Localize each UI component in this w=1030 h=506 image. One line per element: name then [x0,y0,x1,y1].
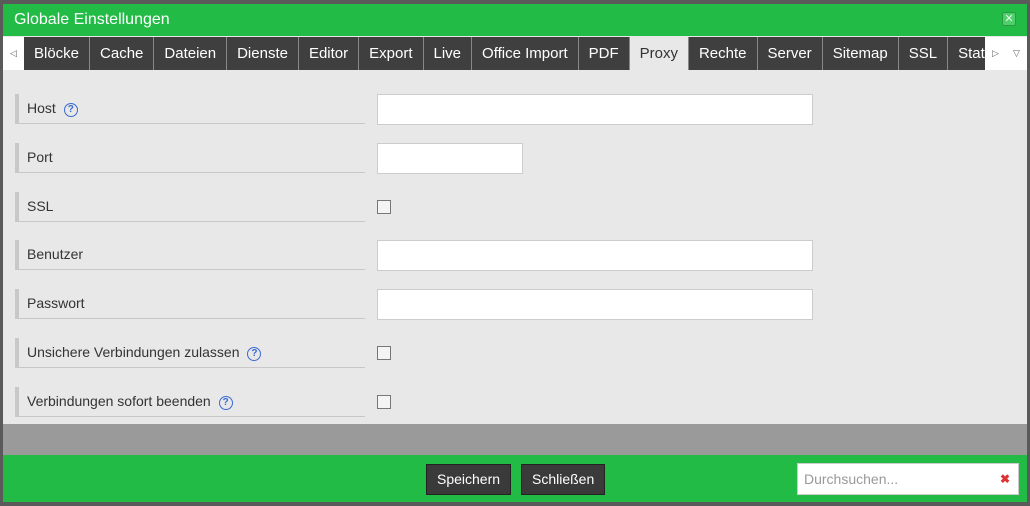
tab-live[interactable]: Live [423,37,473,70]
form-row: Host? [15,94,1015,125]
field-input[interactable] [377,289,813,321]
field-label: Passwort [15,289,365,320]
dialog-title: Globale Einstellungen ✕ [3,4,1027,36]
dialog-footer: Speichern Schließen Durchsuchen... ✖ [3,455,1027,502]
field-input[interactable] [377,142,523,174]
form-row: Port [15,142,1015,174]
tab-dateien[interactable]: Dateien [154,37,228,70]
form-row: SSL [15,191,1015,222]
scroll-left-icon[interactable]: ◁ [3,37,24,70]
field-label: Port [15,142,365,173]
field-label-text: Passwort [27,295,85,312]
field-label: Benutzer [15,240,365,271]
field-checkbox[interactable] [377,346,391,360]
form-row: Passwort [15,289,1015,321]
field-input[interactable] [377,94,813,125]
field-input[interactable] [377,240,813,272]
tab-statist[interactable]: Statist [948,37,985,70]
tab-blöcke[interactable]: Blöcke [24,37,91,70]
close-button[interactable]: Schließen [521,464,606,495]
field-label-text: Host [27,100,56,116]
tab-dienste[interactable]: Dienste [227,37,299,70]
field-label-text: Unsichere Verbindungen zulassen [27,344,240,360]
tab-cache[interactable]: Cache [90,37,155,70]
form-row: Unsichere Verbindungen zulassen? [15,338,1015,368]
tab-export[interactable]: Export [359,37,424,70]
help-icon[interactable]: ? [63,103,78,117]
field-label: Verbindungen sofort beenden? [15,386,365,417]
tab-ssl[interactable]: SSL [898,37,949,70]
field-label-text: Benutzer [27,246,84,263]
settings-dialog: Globale Einstellungen ✕ ◁ Blöcke Cache Dat… [3,4,1027,502]
field-label-text: Verbindungen sofort beenden [27,392,211,409]
tab-office-import[interactable]: Office Import [472,37,579,70]
field-label-text: Port [27,148,53,165]
tab-bar: ◁ Blöcke Cache Dateien Dienste Editor Export L… [3,37,1027,70]
clear-search-icon[interactable]: ✖ [1000,464,1010,494]
help-icon[interactable]: ? [247,347,262,361]
scroll-right-icon[interactable]: ▷ [985,37,1006,70]
tab-server[interactable]: Server [757,37,823,70]
field-checkbox[interactable] [377,394,391,409]
form-row: Verbindungen sofort beenden? [15,386,1015,417]
field-label: Unsichere Verbindungen zulassen? [15,338,365,368]
field-label: SSL [15,191,365,222]
field-label-text: SSL [27,197,54,214]
save-button[interactable]: Speichern [426,464,512,495]
tab-editor[interactable]: Editor [298,37,360,70]
tab-rechte[interactable]: Rechte [688,37,758,70]
tab-pdf[interactable]: PDF [578,37,630,70]
field-label: Host? [15,94,365,124]
tab-sitemap[interactable]: Sitemap [822,37,899,70]
search-input[interactable]: Durchsuchen... ✖ [797,463,1019,495]
divider [3,424,1027,455]
close-icon[interactable]: ✕ [1002,12,1016,26]
search-placeholder: Durchsuchen... [804,471,899,487]
dialog-title-text: Globale Einstellungen [14,11,170,28]
tab-proxy[interactable]: Proxy [629,37,689,70]
field-checkbox[interactable] [377,199,391,214]
form-row: Benutzer [15,240,1015,272]
help-icon[interactable]: ? [218,395,233,410]
tab-menu-chevron-down-icon[interactable]: ▽ [1006,37,1027,70]
